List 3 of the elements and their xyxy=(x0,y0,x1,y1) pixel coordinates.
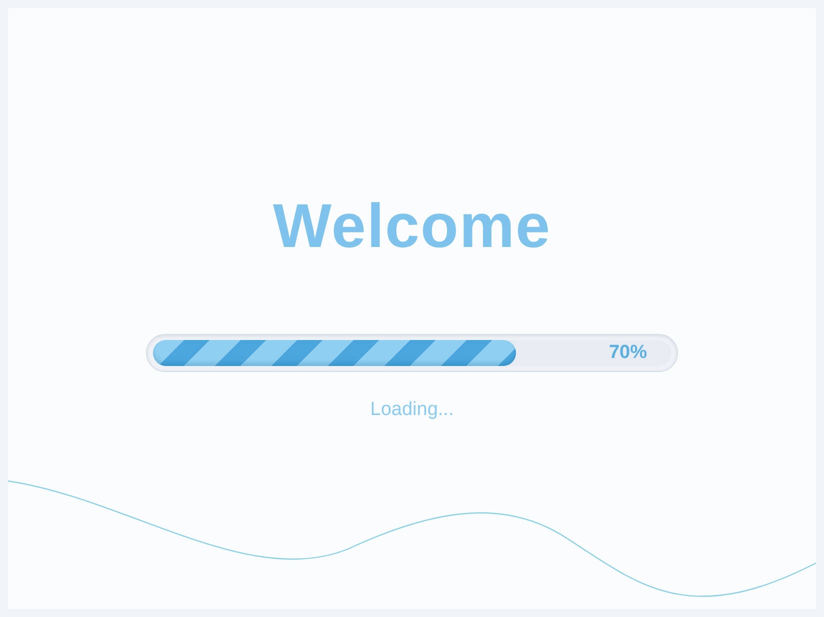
progress-percent: 70% xyxy=(608,340,647,365)
loading-text: Loading... xyxy=(370,398,454,422)
welcome-title: Welcome xyxy=(272,196,552,258)
